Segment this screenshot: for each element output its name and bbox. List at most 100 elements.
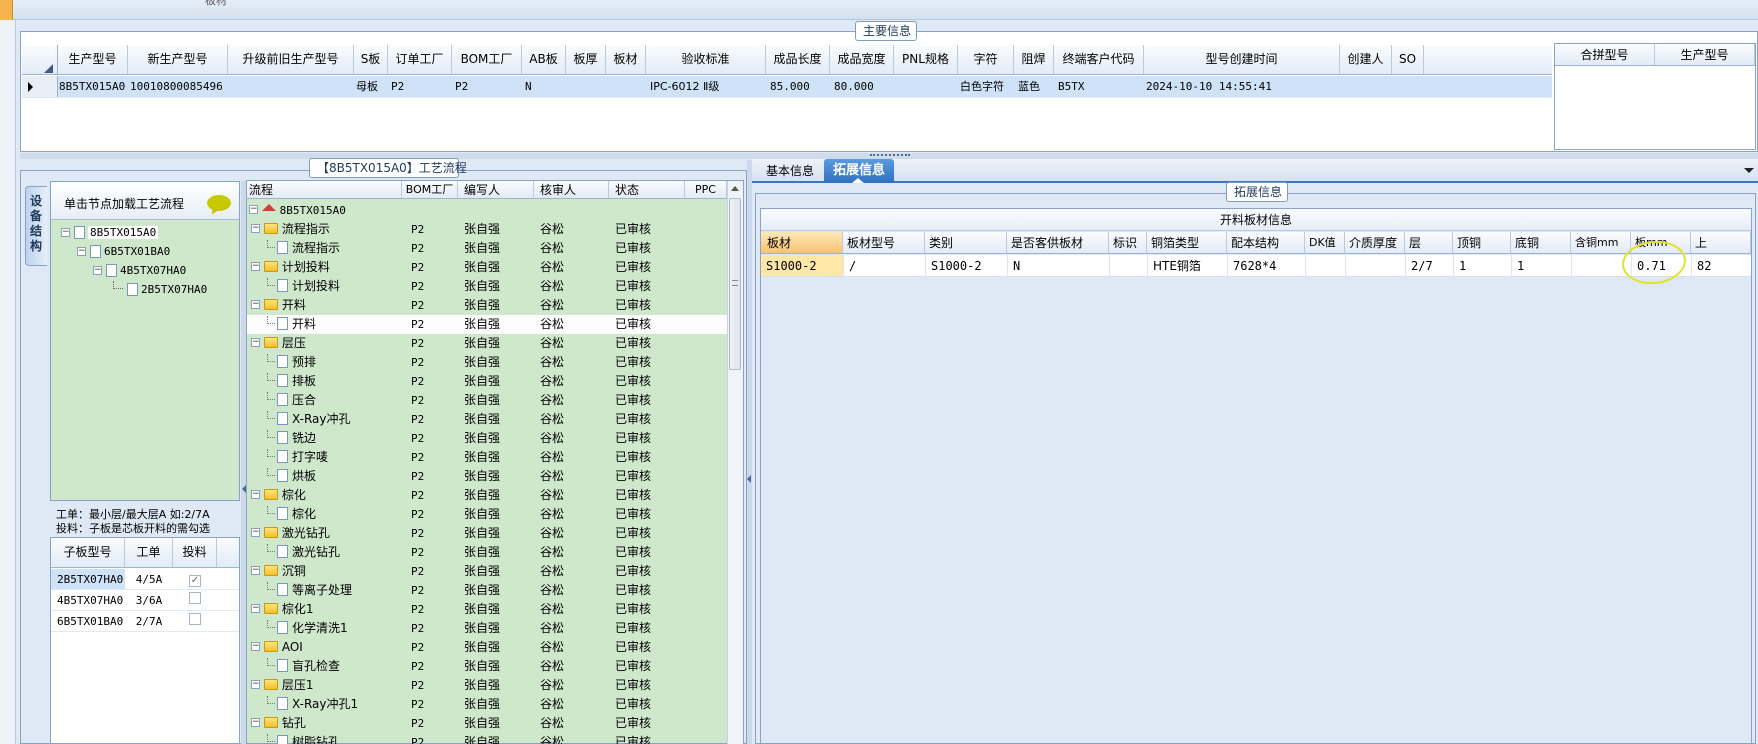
col-header[interactable]: 流程	[247, 181, 402, 198]
collapse-icon[interactable]: −	[77, 246, 86, 256]
collapse-icon[interactable]: −	[61, 227, 70, 237]
sub-board-row[interactable]: 4B5TX07HA0 3/6A	[51, 590, 239, 611]
tree-node[interactable]: − 6B5TX01BA0	[77, 243, 170, 261]
main-info-row[interactable]: 8B5TX015A0 10010800085496 母板 P2 P2 N IPC…	[22, 76, 1552, 98]
flow-root-row[interactable]: − 8B5TX015A0	[249, 201, 346, 220]
cell-layer[interactable]: 2/7	[1405, 255, 1453, 276]
collapse-icon[interactable]: −	[251, 680, 260, 689]
cell-so[interactable]	[1394, 76, 1424, 97]
col-header[interactable]: 是否客供板材	[1007, 232, 1109, 253]
collapse-icon[interactable]: −	[251, 566, 260, 575]
material-row[interactable]: S1000-2 / S1000-2 N HTE铜箔 7628*4 2/7 1 1…	[761, 255, 1751, 277]
col-header[interactable]: 工单	[125, 538, 173, 567]
col-header[interactable]: 含铜mm	[1571, 232, 1631, 253]
flow-row[interactable]: − 层压 P2 张自强 谷松 已审核	[247, 334, 727, 353]
cell-character[interactable]: 白色字符	[960, 76, 1016, 97]
col-header[interactable]: 创建人	[1340, 45, 1392, 74]
cell-length[interactable]: 85.000	[770, 76, 830, 97]
col-header[interactable]: 上	[1691, 232, 1751, 253]
collapse-icon[interactable]: −	[93, 265, 102, 275]
cell-solder-mask[interactable]: 蓝色	[1018, 76, 1056, 97]
cell-old-model[interactable]	[230, 76, 354, 97]
cell-material[interactable]	[608, 76, 646, 97]
col-header[interactable]: 状态	[609, 181, 685, 198]
collapse-icon[interactable]: −	[251, 490, 260, 499]
collapse-icon[interactable]: −	[251, 338, 260, 347]
flow-row[interactable]: − 流程指示 P2 张自强 谷松 已审核	[247, 220, 727, 239]
scroll-up-arrow-icon[interactable]	[731, 186, 739, 191]
cell-structure[interactable]: 7628*4	[1227, 255, 1305, 276]
tree-node[interactable]: 2B5TX07HA0	[113, 281, 207, 299]
collapse-icon[interactable]: −	[251, 718, 260, 727]
vertical-splitter[interactable]	[747, 160, 752, 744]
col-header[interactable]: 板厚	[566, 45, 606, 74]
tree-node[interactable]: − 4B5TX07HA0	[93, 262, 186, 280]
sub-feed-cell[interactable]	[173, 611, 217, 631]
col-header[interactable]: 底铜	[1511, 232, 1571, 253]
cell-dk[interactable]	[1305, 255, 1345, 276]
flow-row[interactable]: 压合 P2 张自强 谷松 已审核	[247, 391, 727, 410]
col-header[interactable]: SO	[1392, 45, 1424, 74]
tab-basic-info[interactable]: 基本信息	[756, 161, 824, 181]
col-header[interactable]: 型号创建时间	[1144, 45, 1340, 74]
cell-creator[interactable]	[1342, 76, 1392, 97]
col-header[interactable]: S板	[354, 45, 388, 74]
col-header[interactable]: 验收标准	[646, 45, 766, 74]
flow-row[interactable]: 激光钻孔 P2 张自强 谷松 已审核	[247, 543, 727, 562]
col-header[interactable]: 合拼型号	[1555, 44, 1655, 65]
col-header[interactable]: 铜箔类型	[1147, 232, 1227, 253]
flow-row[interactable]: 盲孔检查 P2 张自强 谷松 已审核	[247, 657, 727, 676]
sub-feed-cell[interactable]	[173, 590, 217, 610]
cell-bom-factory[interactable]: P2	[455, 76, 515, 97]
sub-feed-cell[interactable]: ✓	[173, 569, 217, 589]
flow-row[interactable]: − 计划投料 P2 张自强 谷松 已审核	[247, 258, 727, 277]
col-header[interactable]: 板材	[606, 45, 646, 74]
flow-row[interactable]: − 激光钻孔 P2 张自强 谷松 已审核	[247, 524, 727, 543]
col-header[interactable]: 编写人	[458, 181, 534, 198]
collapse-icon[interactable]: −	[251, 300, 260, 309]
flow-row[interactable]: − 沉铜 P2 张自强 谷松 已审核	[247, 562, 727, 581]
flow-row[interactable]: 树脂钻孔 P2 张自强 谷松 已审核	[247, 733, 727, 744]
cell-category[interactable]: S1000-2	[925, 255, 1007, 276]
flow-row[interactable]: 排板 P2 张自强 谷松 已审核	[247, 372, 727, 391]
cell-foil-type[interactable]: HTE铜箔	[1147, 255, 1227, 276]
col-header[interactable]: 成品宽度	[830, 45, 894, 74]
tree-node[interactable]: − 8B5TX015A0	[61, 224, 159, 242]
col-header[interactable]: 终端客户代码	[1054, 45, 1144, 74]
flow-row[interactable]: − 层压1 P2 张自强 谷松 已审核	[247, 676, 727, 695]
flow-row[interactable]: 预排 P2 张自强 谷松 已审核	[247, 353, 727, 372]
col-header[interactable]: BOM工厂	[452, 45, 522, 74]
flow-row[interactable]: − 钻孔 P2 张自强 谷松 已审核	[247, 714, 727, 733]
flow-row[interactable]: − 棕化 P2 张自强 谷松 已审核	[247, 486, 727, 505]
col-header[interactable]: PPC	[685, 181, 727, 198]
cell-thickness[interactable]	[568, 76, 606, 97]
collapse-icon[interactable]: −	[249, 205, 258, 214]
feed-checkbox[interactable]	[189, 613, 201, 625]
cell-customer-supplied[interactable]: N	[1007, 255, 1109, 276]
col-header[interactable]: 阻焊	[1014, 45, 1054, 74]
col-header[interactable]: 新生产型号	[128, 45, 228, 74]
col-header[interactable]: PNL规格	[894, 45, 958, 74]
col-header[interactable]: 核审人	[534, 181, 609, 198]
flow-row[interactable]: 开料 P2 张自强 谷松 已审核	[247, 315, 727, 334]
cell-width[interactable]: 80.000	[834, 76, 894, 97]
collapse-icon[interactable]: −	[251, 604, 260, 613]
cell-dielectric[interactable]	[1345, 255, 1405, 276]
cell-ab-board[interactable]: N	[525, 76, 565, 97]
collapse-icon[interactable]: −	[251, 262, 260, 271]
col-header[interactable]: 生产型号	[1655, 44, 1755, 65]
col-header[interactable]: AB板	[522, 45, 566, 74]
cell-material[interactable]: S1000-2	[761, 255, 843, 276]
cell-mark[interactable]	[1109, 255, 1147, 276]
col-header[interactable]: 配本结构	[1227, 232, 1305, 253]
flow-row[interactable]: 计划投料 P2 张自强 谷松 已审核	[247, 277, 727, 296]
cell-material-model[interactable]: /	[843, 255, 925, 276]
cell-order-factory[interactable]: P2	[391, 76, 451, 97]
cell-bottom-copper[interactable]: 1	[1511, 255, 1571, 276]
sub-board-row[interactable]: 2B5TX07HA0 4/5A ✓	[51, 569, 239, 590]
col-header[interactable]: 生产型号	[58, 45, 128, 74]
cell-new-model[interactable]: 10010800085496	[130, 76, 230, 97]
feed-checkbox[interactable]: ✓	[189, 575, 201, 587]
feed-checkbox[interactable]	[189, 592, 201, 604]
col-header[interactable]: DK值	[1305, 232, 1345, 253]
